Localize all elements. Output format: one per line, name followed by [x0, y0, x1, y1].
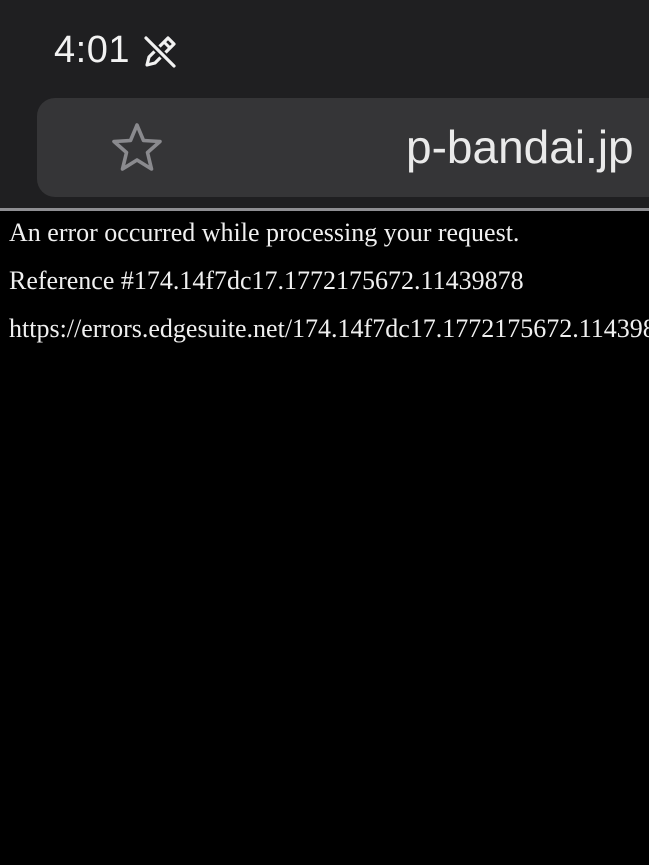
url-text[interactable]: p-bandai.jp [406, 118, 634, 176]
error-link-line: https://errors.edgesuite.net/174.14f7dc1… [9, 312, 649, 346]
error-message: An error occurred while processing your … [9, 218, 520, 247]
error-link[interactable]: https://errors.edgesuite.net/174.14f7dc1… [9, 314, 649, 343]
pencil-off-icon [141, 33, 179, 71]
error-reference: Reference #174.14f7dc17.1772175672.11439… [9, 266, 524, 295]
status-bar: 4:01 [0, 0, 649, 98]
phone-screen: 4:01 p-bandai.jp An error occurred while… [0, 0, 649, 865]
toolbar-divider [0, 208, 649, 211]
error-page-content: An error occurred while processing your … [9, 216, 649, 360]
browser-toolbar: p-bandai.jp [0, 98, 649, 209]
status-time: 4:01 [54, 29, 130, 71]
address-bar[interactable]: p-bandai.jp [37, 98, 649, 197]
star-outline-icon[interactable] [107, 120, 167, 176]
